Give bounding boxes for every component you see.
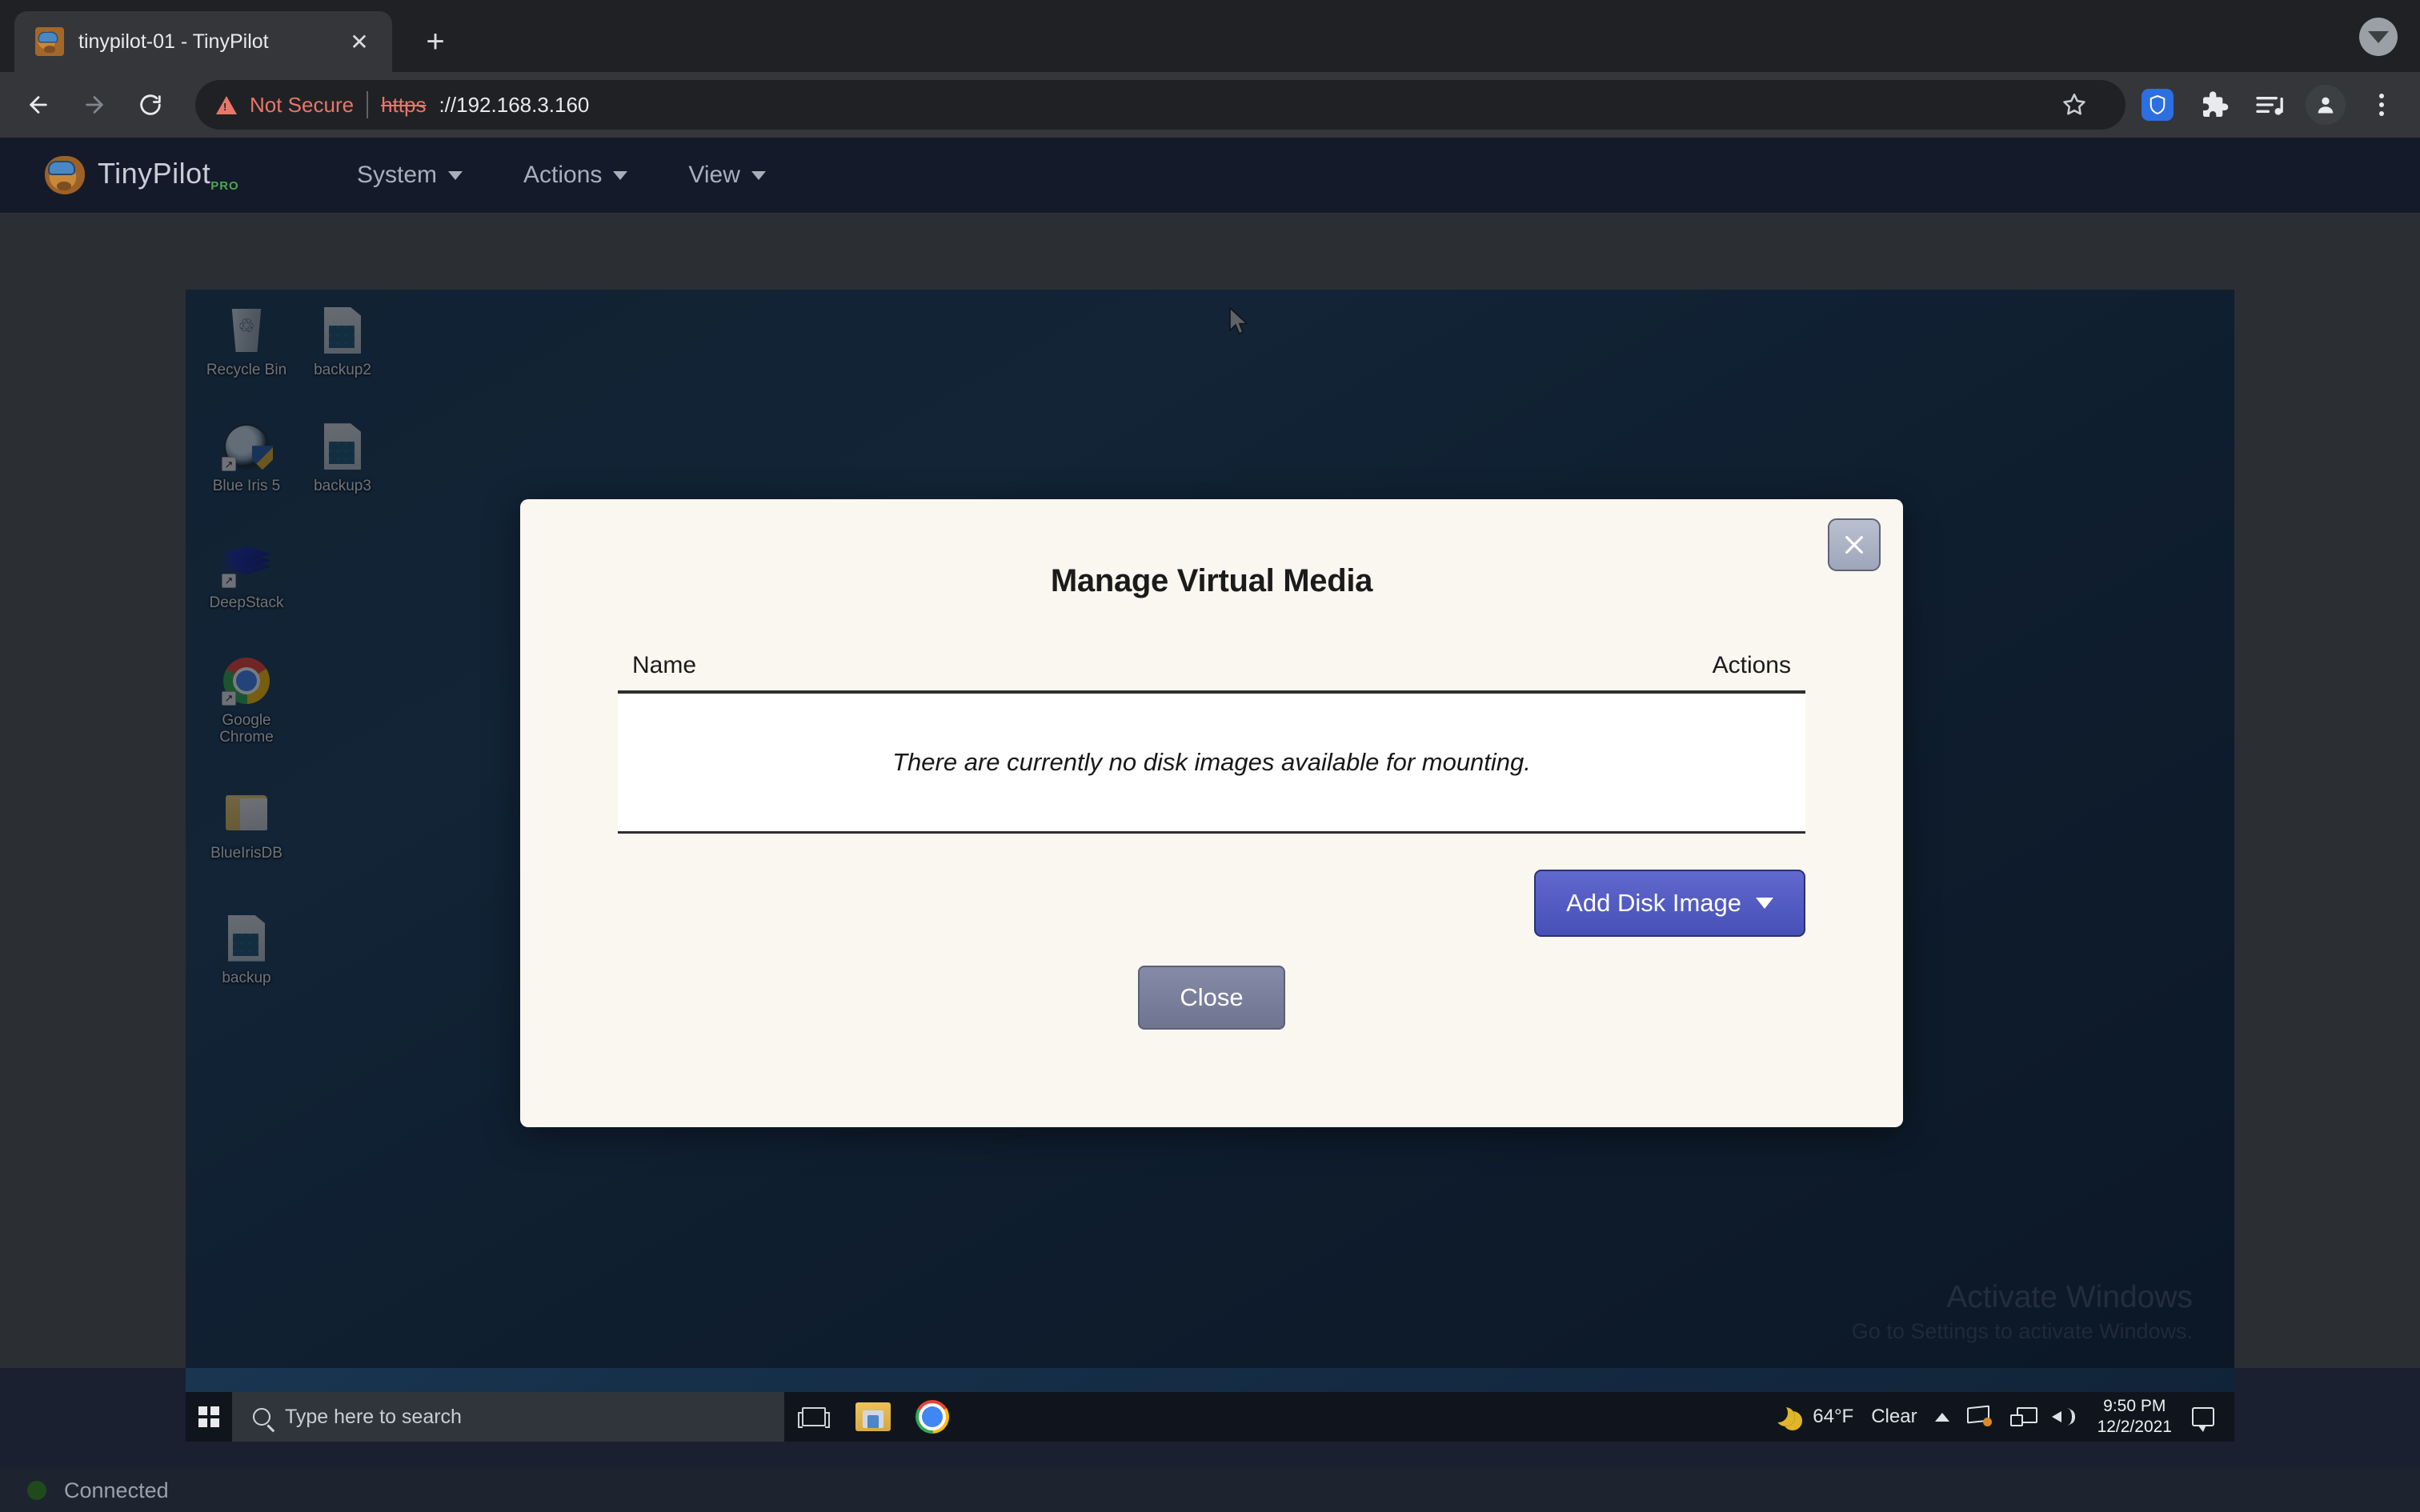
column-header-name: Name: [632, 652, 697, 678]
empty-state-message: There are currently no disk images avail…: [892, 748, 1531, 776]
not-secure-warning-icon: [216, 95, 237, 114]
menu-system-label: System: [357, 162, 438, 188]
add-disk-image-label: Add Disk Image: [1566, 889, 1741, 917]
browser-toolbar: Not Secure https ://192.168.3.160: [0, 72, 2420, 138]
tray-temperature[interactable]: 64°F: [1804, 1392, 1862, 1442]
chrome-taskbar-icon[interactable]: [903, 1392, 962, 1442]
tray-condition[interactable]: Clear: [1862, 1392, 1925, 1442]
browser-window: tinypilot-01 - TinyPilot ✕ + Not Secure …: [0, 0, 2420, 1512]
chevron-down-circle-icon[interactable]: [2359, 18, 2398, 56]
browser-tab[interactable]: tinypilot-01 - TinyPilot ✕: [14, 11, 392, 72]
manage-virtual-media-dialog: Manage Virtual Media Name Actions There …: [520, 499, 1903, 1127]
virtual-media-table: Name Actions There are currently no disk…: [618, 652, 1805, 834]
dialog-actions: Add Disk Image: [520, 834, 1903, 937]
brand-pro-badge: PRO: [210, 179, 239, 194]
column-header-actions: Actions: [1712, 652, 1791, 678]
back-arrow-icon[interactable]: [14, 81, 62, 129]
volume-icon[interactable]: [2043, 1392, 2086, 1442]
tinypilot-logo[interactable]: TinyPilotPRO: [45, 156, 309, 194]
connection-status-bar: Connected: [0, 1469, 2420, 1512]
close-icon[interactable]: ✕: [343, 25, 376, 58]
windows-taskbar: Type here to search 64°F Clear 9:50 PM 1…: [186, 1392, 2234, 1442]
table-body: There are currently no disk images avail…: [618, 694, 1805, 834]
chevron-down-icon: [448, 170, 463, 180]
bitwarden-extension-icon[interactable]: [2134, 81, 2182, 129]
tab-strip: tinypilot-01 - TinyPilot ✕ +: [0, 0, 2420, 72]
menu-system[interactable]: System: [327, 138, 493, 213]
menu-actions[interactable]: Actions: [493, 138, 658, 213]
omnibox-divider: [367, 91, 369, 118]
chevron-down-icon: [613, 170, 628, 180]
profile-avatar-icon[interactable]: [2302, 81, 2350, 129]
clock-time: 9:50 PM: [2103, 1397, 2166, 1416]
chevron-down-icon: [751, 170, 766, 180]
search-icon: [253, 1408, 270, 1426]
notification-icon[interactable]: [2183, 1392, 2223, 1442]
windows-search-box[interactable]: Type here to search: [232, 1392, 784, 1442]
tinypilot-wordmark: TinyPilotPRO: [98, 157, 239, 193]
system-tray: 64°F Clear 9:50 PM 12/2/2021: [1767, 1392, 2234, 1442]
remote-screen-stage: Recycle Bin backup2 ↗ Blue Iris 5: [0, 213, 2420, 1442]
table-header-row: Name Actions: [618, 652, 1805, 694]
brand-name: TinyPilot: [98, 157, 211, 190]
url-scheme: https: [381, 92, 427, 117]
status-label: Connected: [64, 1478, 169, 1502]
dialog-footer: Close: [520, 937, 1903, 1030]
search-placeholder-label: Type here to search: [285, 1405, 462, 1428]
tinypilot-mascot-icon: [45, 156, 85, 194]
tinypilot-favicon: [35, 27, 64, 56]
taskbar-clock[interactable]: 9:50 PM 12/2/2021: [2086, 1396, 2183, 1437]
network-icon[interactable]: [2001, 1392, 2043, 1442]
address-bar[interactable]: Not Secure https ://192.168.3.160: [195, 80, 2126, 130]
task-view-icon[interactable]: [784, 1392, 843, 1442]
menu-actions-label: Actions: [523, 162, 603, 188]
dialog-close-icon[interactable]: [1828, 518, 1881, 571]
media-control-icon[interactable]: [2246, 81, 2294, 129]
bookmark-star-icon[interactable]: [2052, 82, 2097, 127]
status-indicator-dot: [27, 1481, 46, 1500]
menu-view-label: View: [688, 162, 740, 188]
tinypilot-app: TinyPilotPRO System Actions View ♲ Type …: [0, 138, 2420, 1512]
reload-icon[interactable]: [126, 81, 174, 129]
chevron-down-icon: [1756, 898, 1773, 909]
display-settings-icon[interactable]: [1958, 1392, 2001, 1442]
forward-arrow-icon[interactable]: [70, 81, 118, 129]
not-secure-label[interactable]: Not Secure: [250, 93, 354, 118]
menu-view[interactable]: View: [658, 138, 795, 213]
moon-icon[interactable]: [1767, 1392, 1804, 1442]
dialog-title: Manage Virtual Media: [1050, 563, 1373, 598]
new-tab-button[interactable]: +: [413, 19, 458, 64]
clock-date: 12/2/2021: [2097, 1418, 2172, 1436]
tab-title: tinypilot-01 - TinyPilot: [78, 30, 269, 53]
extensions-puzzle-icon[interactable]: [2190, 81, 2238, 129]
tinypilot-header: TinyPilotPRO System Actions View: [0, 138, 2420, 213]
tinypilot-menubar: System Actions View: [327, 138, 796, 213]
close-button[interactable]: Close: [1138, 966, 1285, 1030]
url-host: ://192.168.3.160: [439, 92, 590, 117]
windows-start-icon[interactable]: [186, 1392, 232, 1442]
chevron-up-icon[interactable]: [1926, 1392, 1958, 1442]
add-disk-image-button[interactable]: Add Disk Image: [1534, 870, 1805, 937]
chrome-menu-icon[interactable]: [2358, 81, 2406, 129]
file-explorer-icon[interactable]: [843, 1392, 903, 1442]
